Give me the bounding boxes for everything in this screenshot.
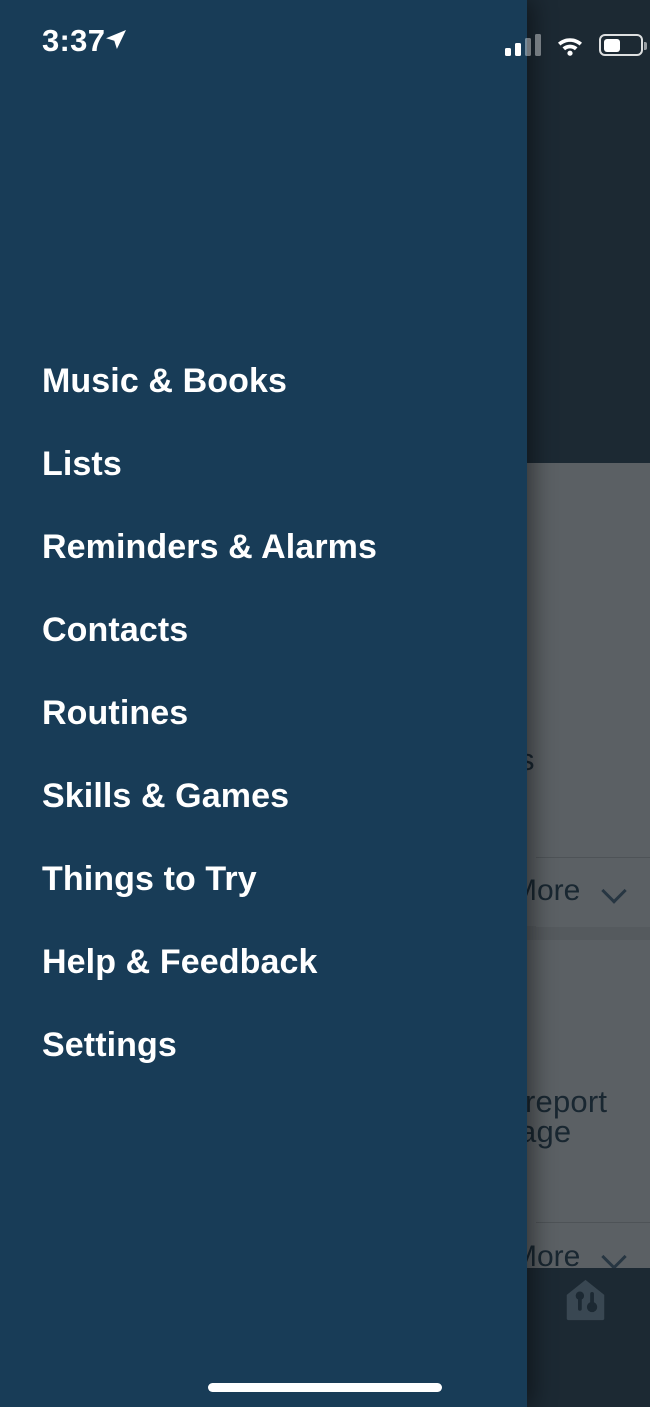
battery-icon [599, 34, 647, 56]
menu-item-reminders-and-alarms[interactable]: Reminders & Alarms [0, 506, 527, 589]
card-two-divider [536, 1222, 650, 1223]
card-one-divider [536, 857, 650, 858]
cellular-signal-icon [505, 34, 541, 56]
chevron-down-icon [602, 1244, 628, 1270]
home-devices-icon[interactable] [563, 1277, 608, 1322]
drawer-menu: Music & Books Lists Reminders & Alarms C… [0, 340, 527, 1087]
home-indicator[interactable] [208, 1383, 442, 1392]
card-one-more-row[interactable]: More [512, 874, 628, 908]
navigation-drawer: 3:37 Music & Books Lists Reminders & Ala… [0, 0, 647, 1407]
location-arrow-icon [104, 27, 128, 51]
status-bar: 3:37 [0, 0, 647, 78]
menu-item-music-and-books[interactable]: Music & Books [0, 340, 527, 423]
menu-item-routines[interactable]: Routines [0, 672, 527, 755]
status-bar-indicators [505, 28, 647, 56]
wifi-icon [555, 34, 585, 56]
status-bar-time: 3:37 [42, 23, 106, 58]
menu-item-settings[interactable]: Settings [0, 1004, 527, 1087]
menu-item-skills-and-games[interactable]: Skills & Games [0, 755, 527, 838]
background-card-one[interactable] [536, 472, 650, 927]
menu-item-lists[interactable]: Lists [0, 423, 527, 506]
menu-item-things-to-try[interactable]: Things to Try [0, 838, 527, 921]
chevron-down-icon [602, 878, 628, 904]
menu-item-contacts[interactable]: Contacts [0, 589, 527, 672]
phone-screen: s More report age . More [0, 0, 650, 1407]
menu-item-help-and-feedback[interactable]: Help & Feedback [0, 921, 527, 1004]
